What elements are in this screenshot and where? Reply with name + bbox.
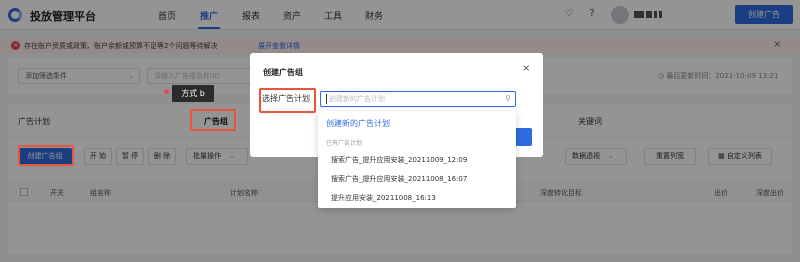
dropdown-plan-option[interactable]: 搜索广告_提升应用安装_20211009_12:09 [331, 155, 467, 165]
dropdown-create-new-plan[interactable]: 创建新的广告计划 [326, 118, 390, 129]
dropdown-plan-option[interactable]: 提升应用安装_20211008_16:13 [331, 193, 436, 203]
dropdown-plan-option[interactable]: 搜索广告_提升应用安装_20211008_16:07 [331, 174, 467, 184]
modal-title: 创建广告组 [263, 68, 303, 77]
close-icon[interactable]: × [522, 63, 530, 74]
plan-dropdown: 创建新的广告计划 已有广告计划 搜索广告_提升应用安装_20211009_12:… [318, 111, 516, 208]
search-icon: ⚲ [505, 94, 511, 103]
annotation-box-ad-group-tab [190, 109, 236, 131]
text-caret [326, 94, 327, 104]
annotation-label: 方式 b [172, 85, 214, 102]
select-plan-input[interactable]: 创建新的广告计划 ⚲ [320, 91, 516, 107]
dropdown-group-label: 已有广告计划 [326, 140, 363, 147]
annotation-box-select-plan [259, 88, 316, 113]
annotation-dot [164, 89, 169, 94]
annotation-box-create-group [18, 145, 74, 166]
select-plan-placeholder: 创建新的广告计划 [329, 95, 385, 103]
